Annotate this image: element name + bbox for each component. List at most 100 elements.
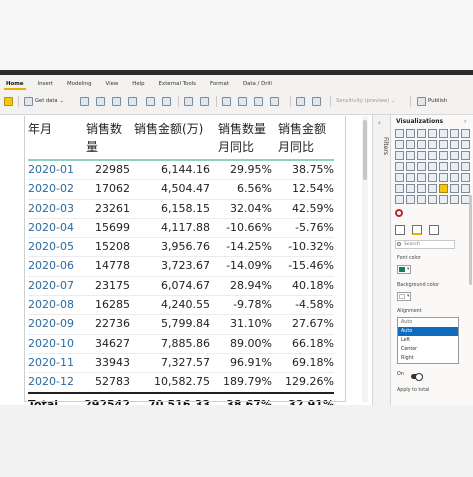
visual-type-icon[interactable] [406,184,415,193]
apply-toggle[interactable] [411,373,423,381]
visual-type-icon[interactable] [439,140,448,149]
table-row[interactable]: 2020-09 22736 5,799.84 31.10% 27.67% [28,314,334,335]
get-data-button[interactable]: Get data ⌄ [24,94,64,108]
tab-format[interactable]: Format [208,78,231,90]
dataflow-button[interactable] [112,94,121,108]
visual-type-icon[interactable] [450,173,459,182]
visual-type-icon[interactable] [395,151,404,160]
header-amount-yoy[interactable]: 销售金额 月同比 [272,118,334,161]
visual-type-icon[interactable] [417,184,426,193]
visual-type-icon[interactable] [461,151,470,160]
visual-type-icon[interactable] [439,151,448,160]
share-button[interactable] [312,94,321,108]
visual-type-icon[interactable] [450,162,459,171]
tab-data-drill[interactable]: Data / Drill [241,78,274,90]
table-row[interactable]: 2020-11 33943 7,327.57 96.91% 69.18% [28,353,334,374]
table-row[interactable]: 2020-07 23175 6,074.67 28.94% 40.18% [28,276,334,297]
alignment-option-right[interactable]: Right [398,354,458,363]
visual-type-icon[interactable] [439,129,448,138]
visual-type-icon[interactable] [450,195,459,204]
visual-type-icon[interactable] [395,184,404,193]
r-visual-icon[interactable] [395,209,403,217]
tab-home[interactable]: Home [4,78,26,90]
vertical-scrollbar-thumb[interactable] [363,120,367,180]
visual-type-icon[interactable] [450,129,459,138]
sql-button[interactable] [128,94,137,108]
visual-type-icon[interactable] [439,173,448,182]
table-row[interactable]: 2020-08 16285 4,240.55 -9.78% -4.58% [28,295,334,316]
header-sales-amount[interactable]: 销售金额(万) [130,118,210,161]
visual-type-icon[interactable] [461,173,470,182]
alignment-option-left[interactable]: Left [398,336,458,345]
analytics-tab-icon[interactable] [429,225,439,235]
visual-type-icon[interactable] [417,195,426,204]
visual-type-icon[interactable] [439,162,448,171]
format-tab-icon[interactable] [412,225,422,235]
quick-measure-button[interactable] [296,94,305,108]
visual-type-icon[interactable] [450,151,459,160]
more-visuals-button[interactable] [254,94,263,108]
table-visual[interactable]: 年月 销售数量 销售金额(万) 销售数量 月同比 销售金额 月同比 2020-0… [24,116,368,416]
alignment-option-center[interactable]: Center [398,345,458,354]
tab-external-tools[interactable]: External Tools [157,78,198,90]
visual-type-icon[interactable] [461,129,470,138]
tab-modeling[interactable]: Modeling [65,78,94,90]
visual-type-icon[interactable] [406,151,415,160]
table-row[interactable]: 2020-03 23261 6,158.15 32.04% 42.59% [28,199,334,219]
new-visual-button[interactable] [222,94,231,108]
chevron-right-icon[interactable]: › [464,118,466,125]
visual-type-icon[interactable] [450,184,459,193]
visual-type-icon[interactable] [395,195,404,204]
visual-type-icon[interactable] [395,129,404,138]
visual-type-icon[interactable] [406,162,415,171]
alignment-dropdown[interactable]: Auto Auto Left Center Right [397,317,459,364]
alignment-current-value[interactable]: Auto [398,318,458,327]
background-color-picker[interactable]: ▾ [397,292,411,301]
visual-type-icon[interactable] [406,173,415,182]
visual-type-icon[interactable] [428,140,437,149]
table-row[interactable]: 2020-02 17062 4,504.47 6.56% 12.54% [28,179,334,200]
new-measure-button[interactable] [270,94,279,108]
header-qty-yoy[interactable]: 销售数量 月同比 [210,118,272,161]
tab-view[interactable]: View [104,78,121,90]
font-color-picker[interactable]: ▾ [397,265,411,274]
visual-type-icon[interactable] [406,195,415,204]
visual-type-icon[interactable] [428,162,437,171]
header-sales-qty[interactable]: 销售数量 [84,118,130,161]
table-row[interactable]: 2020-06 14778 3,723.67 -14.09% -15.46% [28,256,334,277]
sensitivity-button[interactable]: Sensitivity (preview) ⌄ [336,94,396,108]
visual-type-icon[interactable] [417,151,426,160]
table-row[interactable]: 2020-10 34627 7,885.86 89.00% 66.18% [28,334,334,354]
visual-type-icon[interactable] [439,184,448,193]
text-box-button[interactable] [238,94,247,108]
visual-type-icon[interactable] [428,129,437,138]
visual-type-icon[interactable] [450,140,459,149]
refresh-button[interactable] [200,94,209,108]
visual-type-icon[interactable] [395,140,404,149]
visual-type-icon[interactable] [395,173,404,182]
visual-type-icon[interactable] [395,162,404,171]
transform-button[interactable] [184,94,193,108]
fields-tab-icon[interactable] [395,225,405,235]
visual-type-icon[interactable] [417,140,426,149]
visual-type-icon[interactable] [417,173,426,182]
table-row[interactable]: 2020-01 22985 6,144.16 29.95% 38.75% [28,160,334,181]
table-row[interactable]: 2020-12 52783 10,582.75 189.79% 129.26% [28,372,334,394]
enter-data-button[interactable] [146,94,155,108]
visual-type-icon[interactable] [417,129,426,138]
pane-scrollbar[interactable] [469,195,472,285]
dataset-button[interactable] [96,94,105,108]
table-row[interactable]: 2020-04 15699 4,117.88 -10.66% -5.76% [28,218,334,239]
filters-pane[interactable]: ‹ Filters [372,115,390,405]
format-search-input[interactable]: Search [395,240,455,249]
alignment-option-auto[interactable]: Auto [398,327,458,336]
visual-type-icon[interactable] [417,162,426,171]
visual-type-icon[interactable] [461,162,470,171]
excel-button[interactable] [80,94,89,108]
tab-insert[interactable]: Insert [36,78,55,90]
format-painter-button[interactable] [4,94,13,108]
visual-type-icon[interactable] [461,140,470,149]
visual-type-icon[interactable] [439,195,448,204]
visual-type-icon[interactable] [406,129,415,138]
table-row[interactable]: 2020-05 15208 3,956.76 -14.25% -10.32% [28,237,334,258]
